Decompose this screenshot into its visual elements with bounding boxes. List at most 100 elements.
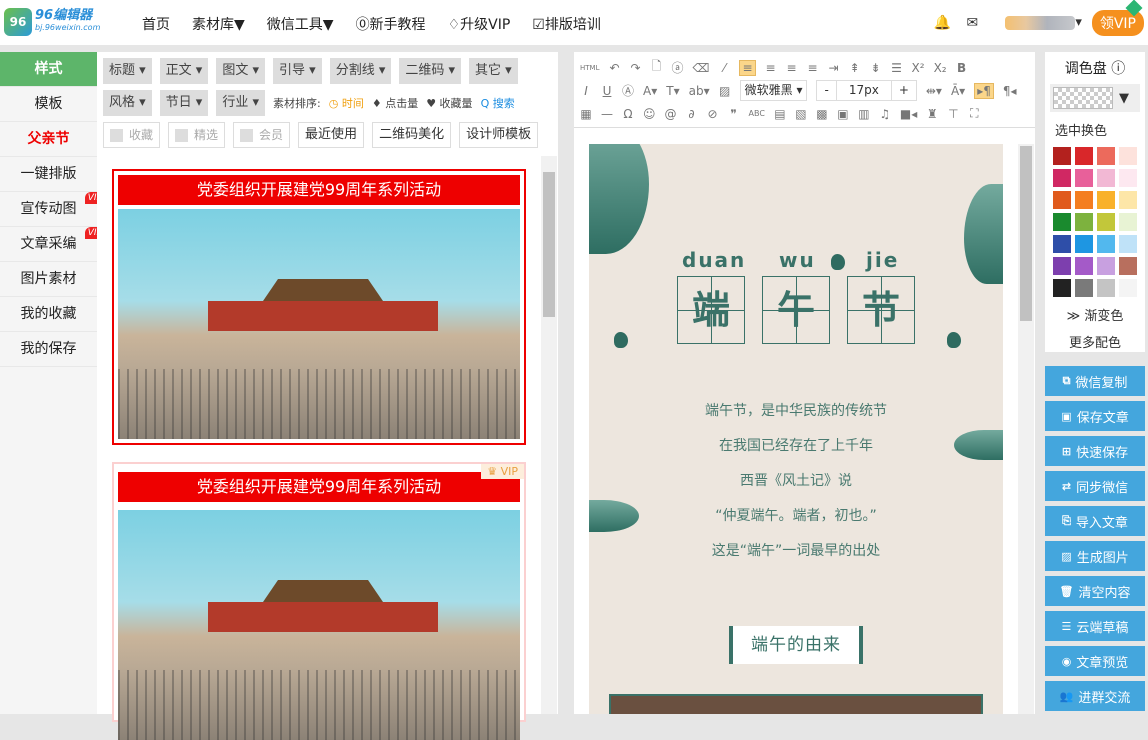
filter-holiday[interactable]: 节日 ▾ — [160, 90, 209, 116]
action-button[interactable]: ☰云端草稿 — [1045, 611, 1145, 641]
font-size-value[interactable]: 17px — [836, 81, 892, 100]
text-height-icon[interactable]: Ā▾ — [951, 84, 965, 98]
action-button[interactable]: 👥进群交流 — [1045, 681, 1145, 711]
filter-title[interactable]: 标题 ▾ — [103, 58, 152, 84]
material-card[interactable]: 党委组织开展建党99周年系列活动 — [112, 169, 526, 445]
sidebar-item-favorites[interactable]: 我的收藏 — [0, 297, 97, 332]
bell-icon[interactable]: 🔔 — [927, 15, 957, 31]
color-swatch[interactable] — [1097, 257, 1115, 275]
sort-clicks[interactable]: ♦ 点击量 — [372, 95, 418, 111]
undo-icon[interactable]: ↶ — [608, 61, 620, 75]
clear-format-icon[interactable]: ♜ — [926, 107, 938, 121]
sidebar-item-styles[interactable]: 样式 — [0, 52, 97, 87]
nav-home[interactable]: 首页 — [142, 14, 170, 34]
checkbox-favorites[interactable]: 收藏 — [103, 122, 160, 148]
action-button[interactable]: 🗑清空内容 — [1045, 576, 1145, 606]
color-swatch[interactable] — [1075, 279, 1093, 297]
align-left-icon[interactable]: ≡ — [739, 60, 755, 76]
spellcheck-icon[interactable]: ABC — [749, 109, 765, 118]
qrcode-beautify-button[interactable]: 二维码美化 — [372, 122, 451, 148]
sidebar-item-fathers-day[interactable]: 父亲节 — [0, 122, 97, 157]
select-recolor-label[interactable]: 选中换色 — [1045, 120, 1145, 139]
ltr-icon[interactable]: ▸¶ — [974, 83, 994, 99]
color-swatch[interactable] — [1053, 257, 1071, 275]
signature-icon[interactable]: ⊤ — [947, 107, 959, 121]
table-icon[interactable]: ▦ — [580, 107, 592, 121]
action-button[interactable]: ⊞快速保存 — [1045, 436, 1145, 466]
video-icon[interactable]: ■◂ — [900, 107, 917, 121]
color-swatch[interactable] — [1075, 191, 1093, 209]
color-swatch[interactable] — [1075, 257, 1093, 275]
letter-spacing-icon[interactable]: ⇹▾ — [926, 84, 942, 98]
quote-icon[interactable]: ❞ — [728, 107, 740, 121]
unlink-icon[interactable]: ⊘ — [707, 107, 719, 121]
color-swatch[interactable] — [1053, 235, 1071, 253]
align-center-icon[interactable]: ≡ — [765, 61, 777, 75]
color-swatch[interactable] — [1097, 235, 1115, 253]
color-select[interactable]: ▼ — [1050, 84, 1140, 112]
line-height-icon[interactable]: ☰ — [891, 61, 903, 75]
eraser-icon[interactable]: ⌫ — [693, 61, 710, 75]
nav-wechat-tools[interactable]: 微信工具▼ — [267, 14, 334, 34]
highlight-icon[interactable]: ab▾ — [689, 84, 710, 98]
color-swatch[interactable] — [1119, 191, 1137, 209]
fullscreen-icon[interactable]: ⛶ — [968, 106, 980, 121]
action-button[interactable]: ⧉微信复制 — [1045, 366, 1145, 396]
color-swatch[interactable] — [1053, 279, 1071, 297]
action-button[interactable]: ◉文章预览 — [1045, 646, 1145, 676]
color-swatch[interactable] — [1075, 147, 1093, 165]
more-colors-link[interactable]: 更多配色 — [1045, 332, 1145, 351]
word-import-icon[interactable]: ▤ — [774, 107, 786, 121]
font-size-increase[interactable]: + — [892, 81, 916, 100]
color-swatch[interactable] — [1075, 235, 1093, 253]
action-button[interactable]: ⇄同步微信 — [1045, 471, 1145, 501]
filter-other[interactable]: 其它 ▾ — [469, 58, 518, 84]
color-swatch[interactable] — [1053, 213, 1071, 231]
filter-body[interactable]: 正文 ▾ — [160, 58, 209, 84]
nav-materials[interactable]: 素材库▼ — [192, 14, 245, 34]
color-swatch[interactable] — [1097, 169, 1115, 187]
sidebar-item-images[interactable]: 图片素材 — [0, 262, 97, 297]
designer-templates-button[interactable]: 设计师模板 — [459, 122, 538, 148]
checkbox-member[interactable]: 会员 — [233, 122, 290, 148]
filter-qrcode[interactable]: 二维码 ▾ — [399, 58, 461, 84]
sort-favorites[interactable]: ♥ 收藏量 — [426, 95, 472, 111]
color-swatch[interactable] — [1097, 191, 1115, 209]
spacing-top-icon[interactable]: ⇞ — [849, 61, 861, 75]
underline-icon[interactable]: U — [601, 84, 613, 98]
logo[interactable]: 96 96编辑器bj.96weixin.com — [4, 8, 100, 36]
action-button[interactable]: ⎘导入文章 — [1045, 506, 1145, 536]
material-scrollbar[interactable] — [541, 156, 557, 714]
indent-icon[interactable]: ⇥ — [828, 61, 840, 75]
search-link[interactable]: Q 搜索 — [481, 95, 515, 111]
music-icon[interactable]: ♫ — [879, 107, 891, 121]
color-swatch[interactable] — [1053, 147, 1071, 165]
get-vip-button[interactable]: 领VIP — [1092, 10, 1144, 36]
filter-divider[interactable]: 分割线 ▾ — [330, 58, 392, 84]
editor-scrollbar[interactable] — [1018, 144, 1034, 714]
horizontal-rule-icon[interactable]: — — [601, 107, 613, 121]
sidebar-item-saved[interactable]: 我的保存 — [0, 332, 97, 367]
nav-tutorial[interactable]: ⓪新手教程 — [356, 14, 426, 34]
color-swatch[interactable] — [1097, 147, 1115, 165]
bold-icon[interactable]: B — [956, 61, 968, 75]
color-swatch[interactable] — [1119, 235, 1137, 253]
nav-training[interactable]: ☑排版培训 — [532, 14, 601, 34]
at-icon[interactable]: ⓐ — [671, 59, 683, 76]
filter-industry[interactable]: 行业 ▾ — [216, 90, 265, 116]
italic-icon[interactable]: I — [580, 84, 592, 98]
color-swatch[interactable] — [1119, 257, 1137, 275]
sidebar-item-article-collect[interactable]: 文章采编VIP — [0, 227, 97, 262]
rtl-icon[interactable]: ¶◂ — [1003, 84, 1017, 98]
color-swatch[interactable] — [1075, 169, 1093, 187]
gradient-link[interactable]: ≫ 渐变色 — [1045, 305, 1145, 324]
gallery-icon[interactable]: ▣ — [837, 107, 849, 121]
color-swatch[interactable] — [1075, 213, 1093, 231]
new-doc-icon[interactable]: 🗋 — [650, 57, 662, 78]
color-swatch[interactable] — [1097, 279, 1115, 297]
filter-style[interactable]: 风格 ▾ — [103, 90, 152, 116]
color-swatch[interactable] — [1053, 169, 1071, 187]
multi-image-icon[interactable]: ▩ — [816, 107, 828, 121]
font-color-icon[interactable]: A▾ — [643, 84, 657, 98]
sidebar-item-one-click[interactable]: 一键排版 — [0, 157, 97, 192]
